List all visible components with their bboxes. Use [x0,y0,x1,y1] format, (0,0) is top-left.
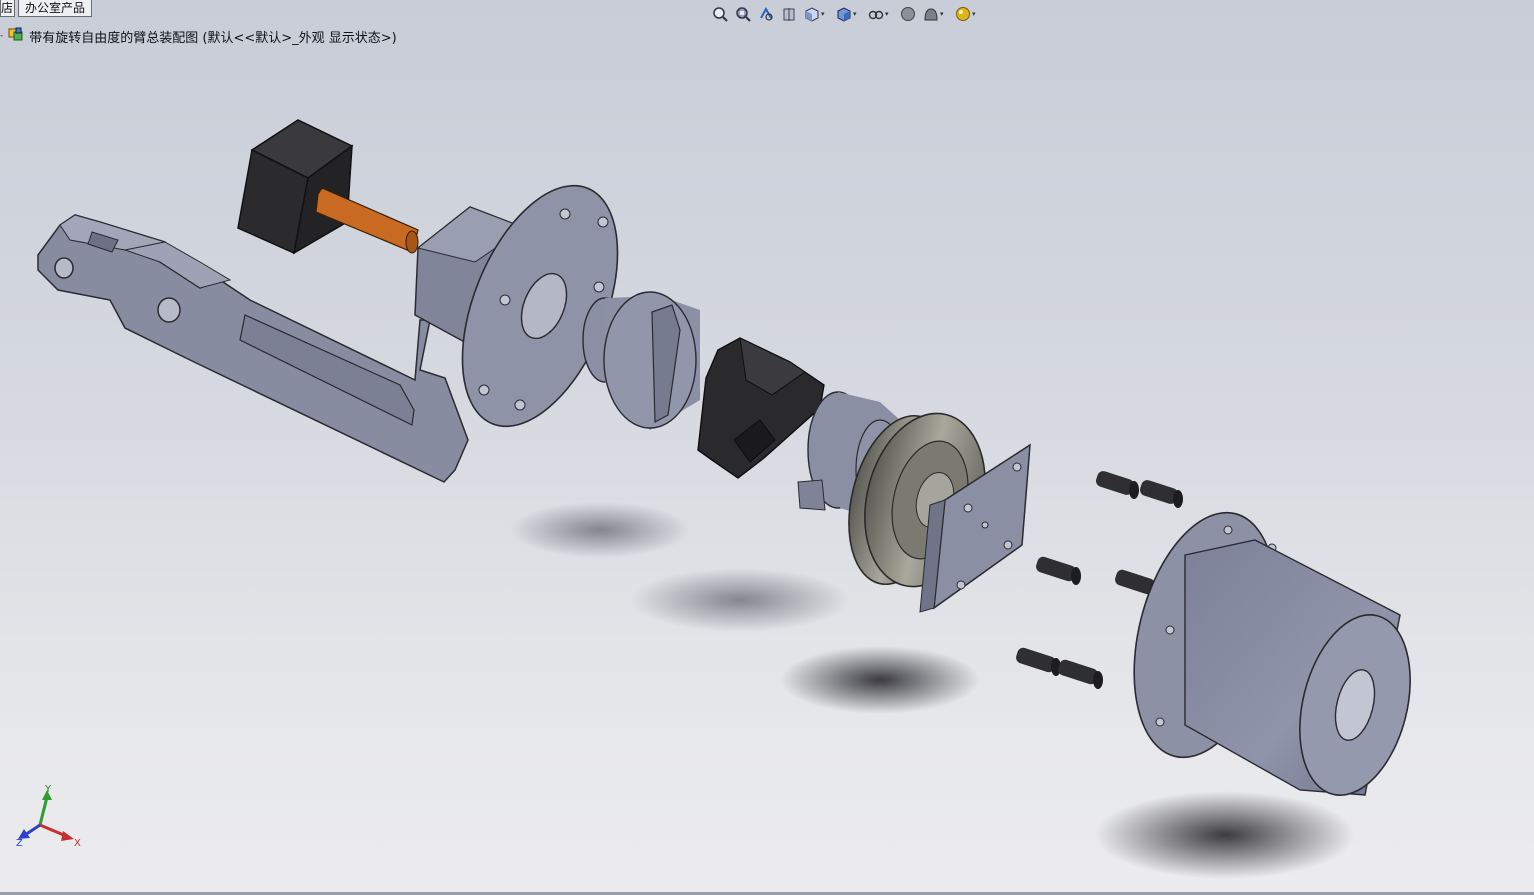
assembly-title: 带有旋转自由度的臂总装配图 (默认<<默认>_外观 显示状态>) [29,30,397,46]
tab-office-products[interactable]: 办公室产品 [18,0,93,17]
apply-scene-icon[interactable] [921,4,941,24]
graphics-viewport[interactable]: Y X Z [0,0,1534,895]
bolt[interactable] [1015,646,1061,676]
view-orientation-dropdown-icon[interactable]: ▾ [821,10,831,18]
display-style-dropdown-icon[interactable]: ▾ [853,10,863,18]
previous-view-icon[interactable] [756,4,776,24]
document-tabs: 店 办公室产品 [0,0,93,17]
bolt[interactable] [1035,555,1081,585]
coupling-part[interactable] [582,291,700,430]
coordinate-triad: Y X Z [16,784,81,849]
heads-up-view-toolbar: ▾ ▾ ▾ ▾ ▾ [710,4,982,24]
triad-x-label: X [74,838,81,849]
assembly-icon [7,26,25,46]
display-style-icon[interactable] [834,4,854,24]
hide-show-dropdown-icon[interactable]: ▾ [885,10,895,18]
view-settings-dropdown-icon[interactable]: ▾ [972,10,982,18]
section-view-icon[interactable] [779,4,799,24]
triad-y-label: Y [44,784,52,795]
feature-tree-root[interactable]: - 带有旋转自由度的臂总装配图 (默认<<默认>_外观 显示状态>) [0,26,397,46]
zoom-to-area-icon[interactable] [733,4,753,24]
triad-z-label: Z [16,838,23,849]
apply-scene-dropdown-icon[interactable]: ▾ [940,10,950,18]
view-settings-icon[interactable] [953,4,973,24]
expand-arrow-icon[interactable]: - [0,31,3,41]
hide-show-items-icon[interactable] [866,4,886,24]
motor-block-part[interactable] [237,119,354,255]
view-orientation-icon[interactable] [802,4,822,24]
cam-part[interactable] [697,337,825,479]
bolt[interactable] [1138,479,1183,508]
edit-appearance-icon[interactable] [898,4,918,24]
bolt[interactable] [1094,470,1139,499]
bolt[interactable] [1057,658,1103,689]
housing-part[interactable] [1111,498,1428,807]
zoom-to-fit-icon[interactable] [710,4,730,24]
tab-store[interactable]: 店 [0,0,15,17]
